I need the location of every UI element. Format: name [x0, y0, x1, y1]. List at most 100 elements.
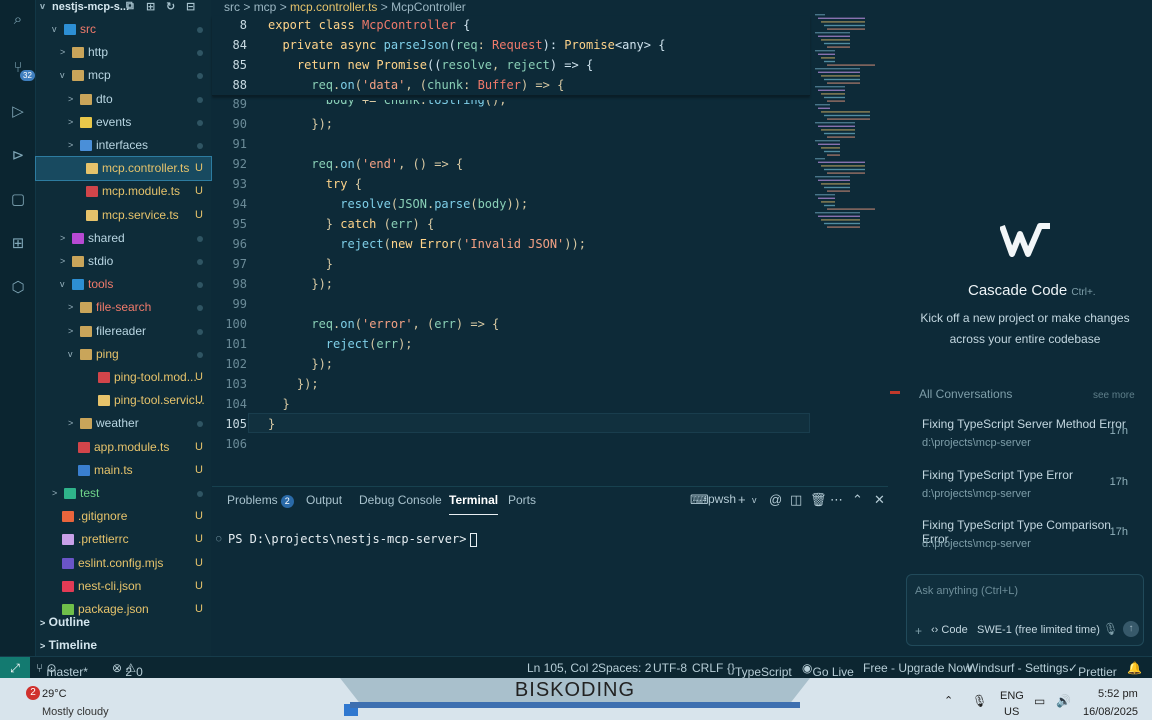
tray-chevron-icon[interactable]: ⌃	[944, 694, 953, 707]
tree-item[interactable]: ping-tool.mod... U	[36, 366, 211, 389]
tree-item[interactable]: > test	[36, 482, 211, 505]
tree-item[interactable]: > http	[36, 41, 211, 64]
chat-input-box[interactable]: Ask anything (Ctrl+L) + ‹› Code SWE-1 (f…	[906, 574, 1144, 646]
code-line[interactable]: req.on('end', () => {	[268, 157, 463, 171]
microphone-icon[interactable]: 🎙	[972, 694, 987, 708]
encoding[interactable]: UTF-8	[653, 661, 687, 675]
code-line[interactable]: reject(err);	[268, 337, 413, 351]
chevron-right-icon[interactable]: >	[68, 320, 78, 343]
tree-item[interactable]: > shared	[36, 227, 211, 250]
see-more-link[interactable]: see more	[1093, 390, 1135, 401]
line-ending[interactable]: CRLF	[692, 661, 723, 675]
chevron-down-icon[interactable]: v	[52, 18, 62, 41]
chevron-right-icon[interactable]: >	[60, 227, 70, 250]
maximize-panel-icon[interactable]: ⌃	[852, 492, 863, 508]
tree-item[interactable]: > interfaces	[36, 134, 211, 157]
extensions-icon[interactable]: ⊞	[8, 234, 28, 254]
language-mode[interactable]: {} TypeScript	[727, 661, 792, 679]
tree-item[interactable]: > stdio	[36, 250, 211, 273]
microphone-icon[interactable]: 🎙	[1103, 622, 1118, 636]
conversation-item[interactable]: Fixing TypeScript Type Error d:\projects\…	[918, 466, 1132, 510]
chevron-right-icon[interactable]: >	[68, 296, 78, 319]
code-line[interactable]: });	[268, 277, 333, 291]
terminal-output[interactable]: ○ PS D:\projects\nestjs-mcp-server>	[216, 532, 478, 547]
chevron-right-icon[interactable]: >	[68, 412, 78, 435]
remote-explorer-icon[interactable]: ▢	[8, 190, 28, 210]
problems-status[interactable]: ⊗ 2 ⚠ 0	[112, 661, 143, 679]
code-line[interactable]: }	[268, 257, 333, 271]
region-indicator[interactable]: US	[1004, 706, 1019, 718]
chevron-right-icon[interactable]: >	[68, 134, 78, 157]
code-line[interactable]: }	[268, 417, 275, 431]
close-icon[interactable]: ✕	[874, 492, 885, 508]
chevron-right-icon[interactable]: >	[68, 88, 78, 111]
indentation[interactable]: Spaces: 2	[598, 661, 651, 675]
tree-item[interactable]: > events	[36, 111, 211, 134]
panel-tab-ports[interactable]: Ports	[508, 493, 536, 507]
model-selector[interactable]: SWE-1 (free limited time)	[977, 624, 1100, 636]
tree-item[interactable]: > file-search	[36, 296, 211, 319]
breadcrumb-item[interactable]: mcp.controller.ts	[290, 0, 377, 14]
tree-item[interactable]: ping-tool.servic... U	[36, 389, 211, 412]
prettier-status[interactable]: ✓ Prettier	[1068, 661, 1117, 679]
conversation-item[interactable]: Fixing TypeScript Server Method Error d:\…	[918, 415, 1132, 459]
tree-item[interactable]: mcp.service.ts U	[36, 204, 211, 227]
tree-item[interactable]: app.module.ts U	[36, 436, 211, 459]
tree-item[interactable]: v src	[36, 18, 211, 41]
panel-tab-debug-console[interactable]: Debug Console	[359, 493, 442, 507]
breadcrumb-item[interactable]: McpController	[391, 0, 466, 14]
volume-icon[interactable]: 🔊	[1056, 694, 1071, 708]
chevron-right-icon[interactable]: >	[60, 250, 70, 273]
code-line[interactable]: });	[268, 357, 333, 371]
run-debug-icon[interactable]: ▷	[8, 102, 28, 122]
chevron-down-icon[interactable]: v	[40, 1, 45, 11]
notifications-icon[interactable]: 🔔	[1127, 661, 1142, 675]
new-folder-icon[interactable]: ⊞	[146, 0, 155, 13]
temperature[interactable]: 29°C	[42, 688, 67, 700]
cursor-position[interactable]: Ln 105, Col 2	[527, 661, 598, 675]
trash-icon[interactable]: 🗑	[810, 492, 827, 508]
at-icon[interactable]: @	[769, 492, 782, 507]
code-line[interactable]: resolve(JSON.parse(body));	[268, 197, 528, 211]
search-icon[interactable]: ⌕	[8, 10, 28, 30]
upgrade-link[interactable]: Free - Upgrade Now	[863, 661, 972, 675]
chevron-down-icon[interactable]: v	[60, 64, 70, 87]
collapse-icon[interactable]: ⊟	[186, 0, 195, 13]
project-name[interactable]: nestjs-mcp-s...	[52, 1, 129, 13]
panel-tab-terminal[interactable]: Terminal	[449, 493, 499, 515]
panel-tab-problems[interactable]: Problems 2	[227, 493, 294, 508]
code-line[interactable]: try {	[268, 177, 362, 191]
code-line[interactable]: } catch (err) {	[268, 217, 434, 231]
tree-item[interactable]: mcp.controller.ts U	[35, 156, 212, 182]
chevron-right-icon[interactable]: >	[68, 111, 78, 134]
code-line[interactable]: reject(new Error('Invalid JSON'));	[268, 237, 586, 251]
code-line[interactable]: private async parseJson(req: Request): P…	[268, 38, 665, 52]
chevron-down-icon[interactable]: v	[752, 495, 757, 505]
code-line[interactable]: req.on('data', (chunk: Buffer) => {	[268, 78, 564, 92]
tree-item[interactable]: .prettierrc U	[36, 528, 211, 551]
minimap[interactable]	[815, 14, 885, 244]
breadcrumb-item[interactable]: mcp	[254, 0, 277, 14]
tree-item[interactable]: v tools	[36, 273, 211, 296]
add-terminal-icon[interactable]: +	[738, 492, 746, 507]
go-live[interactable]: ◉ Go Live	[802, 661, 854, 679]
tree-item[interactable]: nest-cli.json U	[36, 575, 211, 598]
code-line[interactable]: });	[268, 117, 333, 131]
tree-item[interactable]: main.ts U	[36, 459, 211, 482]
branch-status[interactable]: ⑂ master* ⊙	[36, 661, 88, 679]
debug-icon[interactable]: ⊳	[8, 146, 28, 166]
language-indicator[interactable]: ENG	[1000, 690, 1024, 702]
tree-item[interactable]: > dto	[36, 88, 211, 111]
outline-section[interactable]: > Outline	[36, 611, 211, 633]
panel-tab-output[interactable]: Output	[306, 493, 342, 507]
shell-label[interactable]: pwsh	[708, 492, 736, 506]
terminal-icon[interactable]: ⌨	[690, 492, 709, 508]
chevron-down-icon[interactable]: v	[68, 343, 78, 366]
code-line[interactable]: export class McpController {	[268, 18, 470, 32]
tree-item[interactable]: eslint.config.mjs U	[36, 552, 211, 575]
tree-item[interactable]: .gitignore U	[36, 505, 211, 528]
more-icon[interactable]: ⋯	[830, 492, 843, 508]
cube-icon[interactable]: ⬡	[8, 278, 28, 298]
timeline-section[interactable]: > Timeline	[36, 634, 211, 656]
conversation-item[interactable]: Fixing TypeScript Type Comparison Error d…	[918, 516, 1132, 560]
